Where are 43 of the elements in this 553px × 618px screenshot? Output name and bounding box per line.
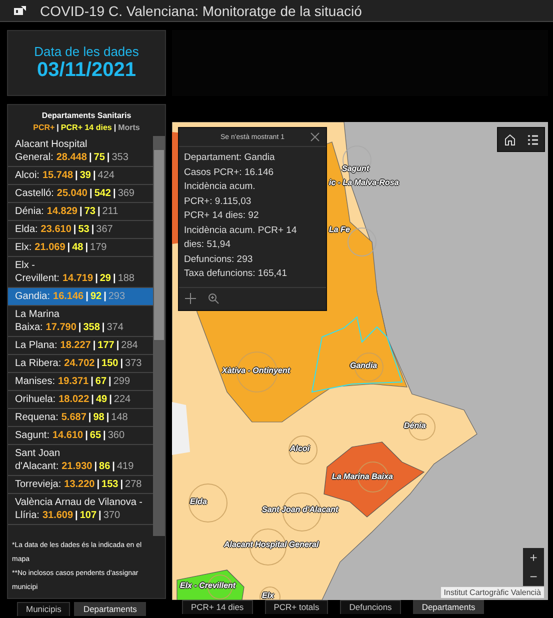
map-label: Alcoi bbox=[290, 444, 310, 453]
tab[interactable]: Departaments bbox=[412, 600, 484, 614]
map-label: La Fe bbox=[329, 225, 350, 234]
map-label: Dénia bbox=[404, 421, 426, 430]
map-label: Elda bbox=[190, 497, 207, 506]
map-label: Sant Joan d'Alacant bbox=[262, 505, 338, 514]
popup-line: Incidència acum. PCR+ 14 bbox=[184, 224, 298, 238]
tab[interactable]: Departaments bbox=[74, 602, 146, 616]
map-label: Elx - Crevillent bbox=[180, 581, 236, 590]
popup-line: Defuncions: 293 bbox=[184, 252, 254, 266]
map-label: Xàtiva - Ontinyent bbox=[222, 366, 290, 375]
home-icon[interactable] bbox=[504, 134, 516, 146]
pan-icon[interactable] bbox=[185, 293, 196, 304]
close-icon[interactable] bbox=[310, 132, 320, 142]
legend-text: PCR+ | PCR+ 14 dies | Morts bbox=[32, 122, 141, 134]
zoom-to-icon[interactable] bbox=[208, 293, 219, 304]
popup-line: Casos PCR+: 16.146 bbox=[184, 166, 275, 180]
tab[interactable]: PCR+ totals bbox=[264, 600, 328, 614]
map-label: La Marina Baixa bbox=[332, 472, 393, 481]
zoom-out-button[interactable]: − bbox=[523, 567, 544, 586]
tab[interactable]: Municipis bbox=[17, 602, 70, 616]
sidebar-title: Departaments Sanitaris bbox=[40, 110, 132, 120]
popup-line: Departament: Gandia bbox=[184, 151, 276, 165]
app-title: COVID-19 C. Valenciana: Monitoratge de la situació bbox=[40, 2, 362, 18]
map-label: Gandia bbox=[350, 361, 378, 370]
scrollbar-thumb[interactable] bbox=[154, 150, 164, 340]
popup-line: PCR+ 14 dies: 92 bbox=[184, 209, 260, 223]
zoom-in-button[interactable]: + bbox=[523, 548, 544, 567]
popup-line: PCR+: 9.115,03 bbox=[184, 194, 252, 208]
date-label: Data de les dades bbox=[34, 44, 139, 59]
app-logo-icon bbox=[14, 6, 26, 16]
scrollbar[interactable] bbox=[153, 136, 165, 536]
tab[interactable]: PCR+ 14 dies bbox=[182, 600, 253, 614]
map-attribution: Institut Cartogràfic Valencià bbox=[440, 587, 544, 598]
date-value: 03/11/2021 bbox=[37, 59, 136, 82]
tab[interactable]: Defuncions bbox=[340, 600, 401, 614]
department-item[interactable]: Gandia: 16.146 | 92 | 293 bbox=[8, 288, 153, 306]
popup-line: Taxa defuncions: 165,41 bbox=[184, 267, 288, 281]
popup-line: dies: 51,94 bbox=[184, 238, 232, 252]
map-label: Elx bbox=[262, 591, 274, 600]
map-label: Alacant Hospital General bbox=[224, 540, 319, 549]
list-icon[interactable] bbox=[526, 134, 538, 146]
popup-line: Incidència acum. bbox=[184, 180, 256, 194]
